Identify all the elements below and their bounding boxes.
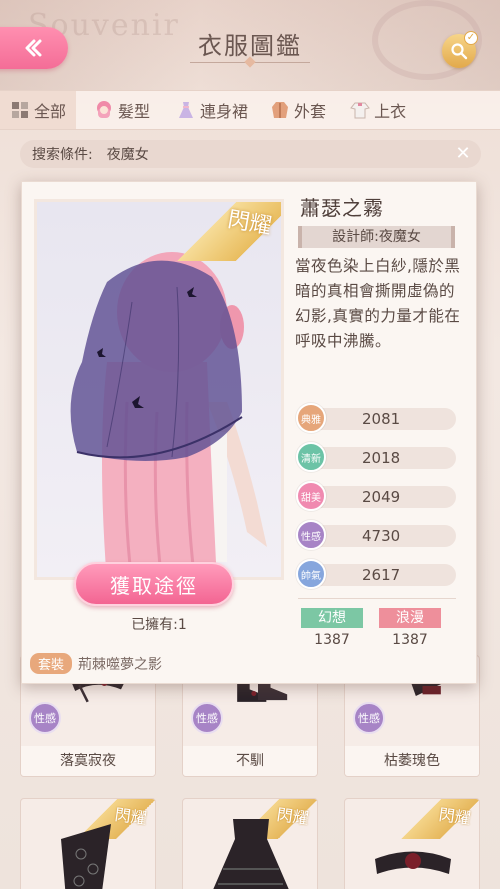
- tab-top[interactable]: 上衣: [340, 91, 416, 129]
- stats-divider: [298, 598, 456, 599]
- tab-hair[interactable]: 髮型: [84, 91, 160, 129]
- clothing-card[interactable]: 閃耀: [182, 798, 318, 889]
- set-tag: 套裝: [30, 653, 73, 674]
- stat-value: 2018: [362, 449, 401, 467]
- search-condition-value: 夜魔女: [106, 147, 149, 163]
- search-condition-bar: 搜索條件: 夜魔女 ✕: [20, 140, 481, 168]
- shine-rarity-tag: 閃耀: [174, 202, 281, 261]
- stat-value: 2617: [362, 566, 401, 584]
- tab-label: 外套: [294, 102, 327, 121]
- sweet-attribute-icon: 甜美: [296, 481, 326, 511]
- acquire-route-button[interactable]: 獲取途徑: [74, 562, 234, 606]
- search-icon: [451, 43, 468, 60]
- set-name: 荊棘噬夢之影: [78, 656, 163, 673]
- tab-label: 全部: [34, 102, 67, 121]
- search-button[interactable]: ✓: [442, 31, 478, 68]
- dress-icon: [176, 100, 196, 120]
- clothing-detail-popup: 閃耀 獲取途徑 已擁有:1 套裝 荊棘噬夢之影 蕭瑟之霧 設計師:夜魔女 當夜色…: [21, 181, 477, 684]
- category-tabbar: 全部 髮型 連身裙 外套 上衣: [0, 90, 500, 130]
- stat-cool: 帥氣 2617: [296, 559, 456, 589]
- grid-icon: [10, 100, 30, 120]
- black-dress-image: [213, 819, 289, 889]
- elegant-attribute-icon: 典雅: [296, 403, 326, 433]
- tab-label: 髮型: [118, 102, 151, 121]
- hair-icon: [94, 100, 114, 120]
- tab-dress[interactable]: 連身裙: [166, 91, 258, 129]
- stat-value: 4730: [362, 527, 401, 545]
- clothing-card-name: 枯萎瑰色: [345, 746, 479, 776]
- clothing-preview-image: 閃耀: [34, 199, 284, 580]
- coat-icon: [270, 100, 290, 120]
- stat-elegant: 典雅 2081: [296, 403, 456, 433]
- style-value-fantasy: 1387: [314, 632, 350, 648]
- close-icon: ✕: [455, 143, 471, 164]
- tab-coat[interactable]: 外套: [260, 91, 336, 129]
- check-icon: ✓: [464, 31, 478, 45]
- clothing-card[interactable]: 閃耀: [20, 798, 156, 889]
- style-tag-fantasy: 幻想: [301, 608, 363, 628]
- sexy-attribute-badge: 性感: [29, 702, 61, 734]
- stat-value: 2049: [362, 488, 401, 506]
- clothing-card-name: 不馴: [183, 746, 317, 776]
- clothing-card-name: 落寞寂夜: [21, 746, 155, 776]
- search-condition-label: 搜索條件:: [32, 147, 93, 163]
- tab-all[interactable]: 全部: [0, 91, 77, 129]
- clothing-card[interactable]: 閃耀: [344, 798, 480, 889]
- sexy-attribute-badge: 性感: [353, 702, 385, 734]
- cool-attribute-icon: 帥氣: [296, 559, 326, 589]
- title-ornament: [190, 62, 310, 68]
- designer-label: 設計師:夜魔女: [298, 226, 455, 248]
- choker-accessory-image: [375, 851, 451, 874]
- stat-sexy: 性感 4730: [296, 520, 456, 550]
- stat-value: 2081: [362, 410, 401, 428]
- clear-search-button[interactable]: ✕: [453, 144, 473, 164]
- outfit-set-row[interactable]: 套裝 荊棘噬夢之影: [30, 653, 162, 674]
- style-tag-romantic: 浪漫: [379, 608, 441, 628]
- item-description: 當夜色染上白紗,隱於黑暗的真相會撕開虛偽的幻影,真實的力量才能在呼吸中沸騰。: [295, 257, 461, 350]
- style-value-romantic: 1387: [392, 632, 428, 648]
- fresh-attribute-icon: 清新: [296, 442, 326, 472]
- item-name: 蕭瑟之霧: [300, 196, 384, 220]
- stat-fresh: 清新 2018: [296, 442, 456, 472]
- tab-label: 連身裙: [200, 102, 249, 121]
- top-icon: [350, 100, 370, 120]
- tab-label: 上衣: [374, 102, 407, 121]
- lace-accessory-image: [61, 824, 111, 889]
- sexy-attribute-icon: 性感: [296, 520, 326, 550]
- stat-sweet: 甜美 2049: [296, 481, 456, 511]
- owned-count: 已擁有:1: [131, 617, 187, 633]
- sexy-attribute-badge: 性感: [191, 702, 223, 734]
